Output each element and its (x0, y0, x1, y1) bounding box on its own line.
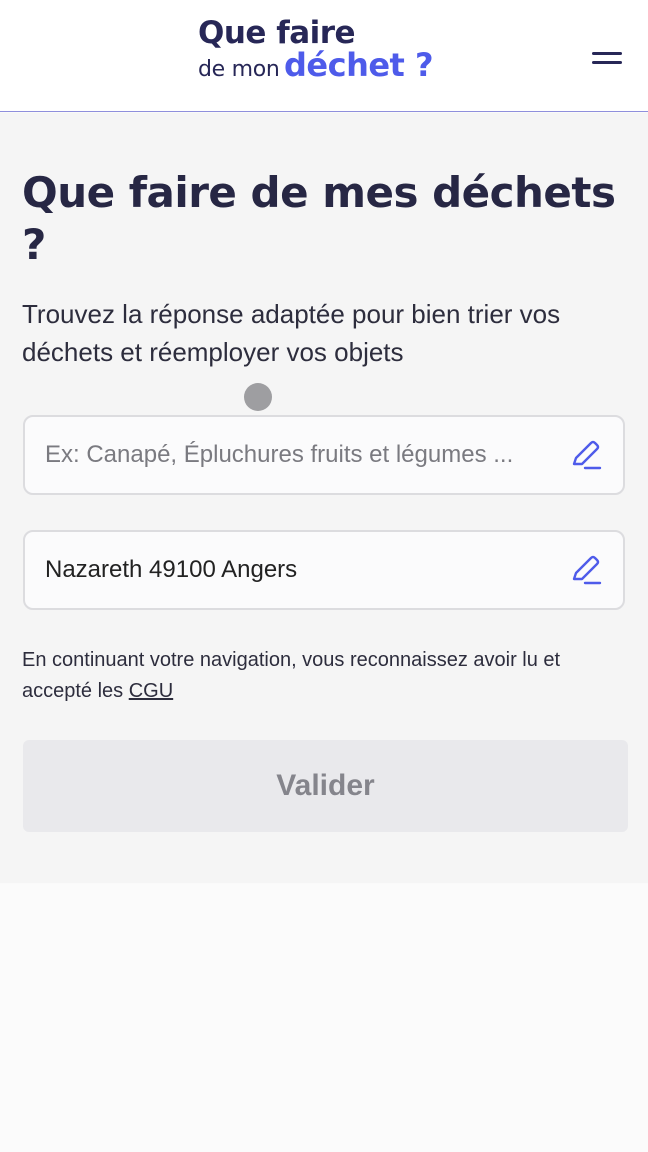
site-logo[interactable]: Que faire de mon déchet ? (198, 15, 434, 84)
menu-bar-bottom (592, 61, 622, 64)
location-field[interactable] (23, 530, 625, 610)
page-title: Que faire de mes déchets ? (22, 168, 616, 269)
waste-search-field[interactable] (23, 415, 625, 495)
logo-accent: déchet ? (283, 46, 434, 84)
search-section: Que faire de mes déchets ? Trouvez la ré… (0, 113, 648, 883)
logo-line-1: Que faire (198, 15, 356, 51)
terms-notice: En continuant votre navigation, vous rec… (22, 645, 632, 707)
cgu-link[interactable]: CGU (129, 680, 173, 702)
location-input[interactable] (45, 556, 559, 584)
touch-cursor-indicator (244, 383, 272, 411)
terms-notice-text: En continuant votre navigation, vous rec… (22, 649, 561, 702)
site-header: Que faire de mon déchet ? (0, 0, 648, 112)
submit-button[interactable]: Valider (23, 740, 628, 832)
logo-prefix: de mon (198, 57, 280, 82)
hamburger-menu-icon[interactable] (588, 46, 624, 70)
pencil-icon[interactable] (567, 437, 603, 473)
logo-line-2: de mon déchet ? (198, 46, 434, 84)
page-subtitle: Trouvez la réponse adaptée pour bien tri… (22, 299, 561, 367)
waste-search-input[interactable] (45, 441, 559, 469)
pencil-icon[interactable] (567, 552, 603, 588)
page-bottom-area (0, 884, 648, 1152)
menu-bar-top (592, 52, 622, 55)
